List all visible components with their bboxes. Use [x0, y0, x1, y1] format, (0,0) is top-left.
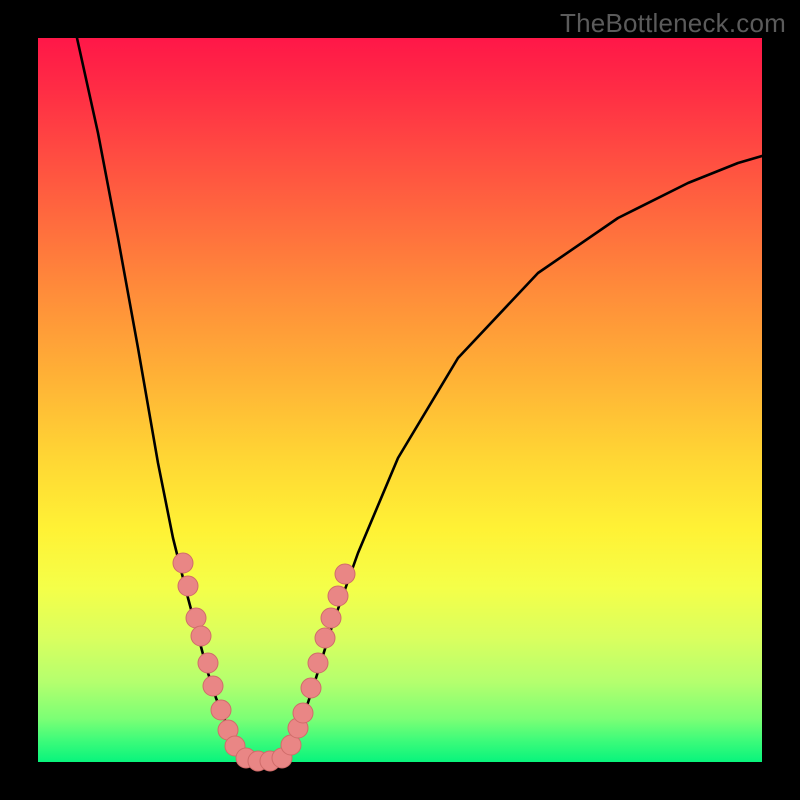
data-dot	[211, 700, 231, 720]
data-dot	[293, 703, 313, 723]
curve-layer	[38, 38, 762, 762]
plot-area	[38, 38, 762, 762]
data-dot	[203, 676, 223, 696]
data-dots-group	[173, 553, 355, 771]
data-dot	[308, 653, 328, 673]
watermark-text: TheBottleneck.com	[560, 8, 786, 39]
bottleneck-curve	[77, 38, 762, 762]
chart-frame: TheBottleneck.com	[0, 0, 800, 800]
data-dot	[178, 576, 198, 596]
data-dot	[173, 553, 193, 573]
data-dot	[301, 678, 321, 698]
data-dot	[186, 608, 206, 628]
data-dot	[321, 608, 341, 628]
data-dot	[198, 653, 218, 673]
data-dot	[335, 564, 355, 584]
data-dot	[328, 586, 348, 606]
data-dot	[191, 626, 211, 646]
data-dot	[315, 628, 335, 648]
